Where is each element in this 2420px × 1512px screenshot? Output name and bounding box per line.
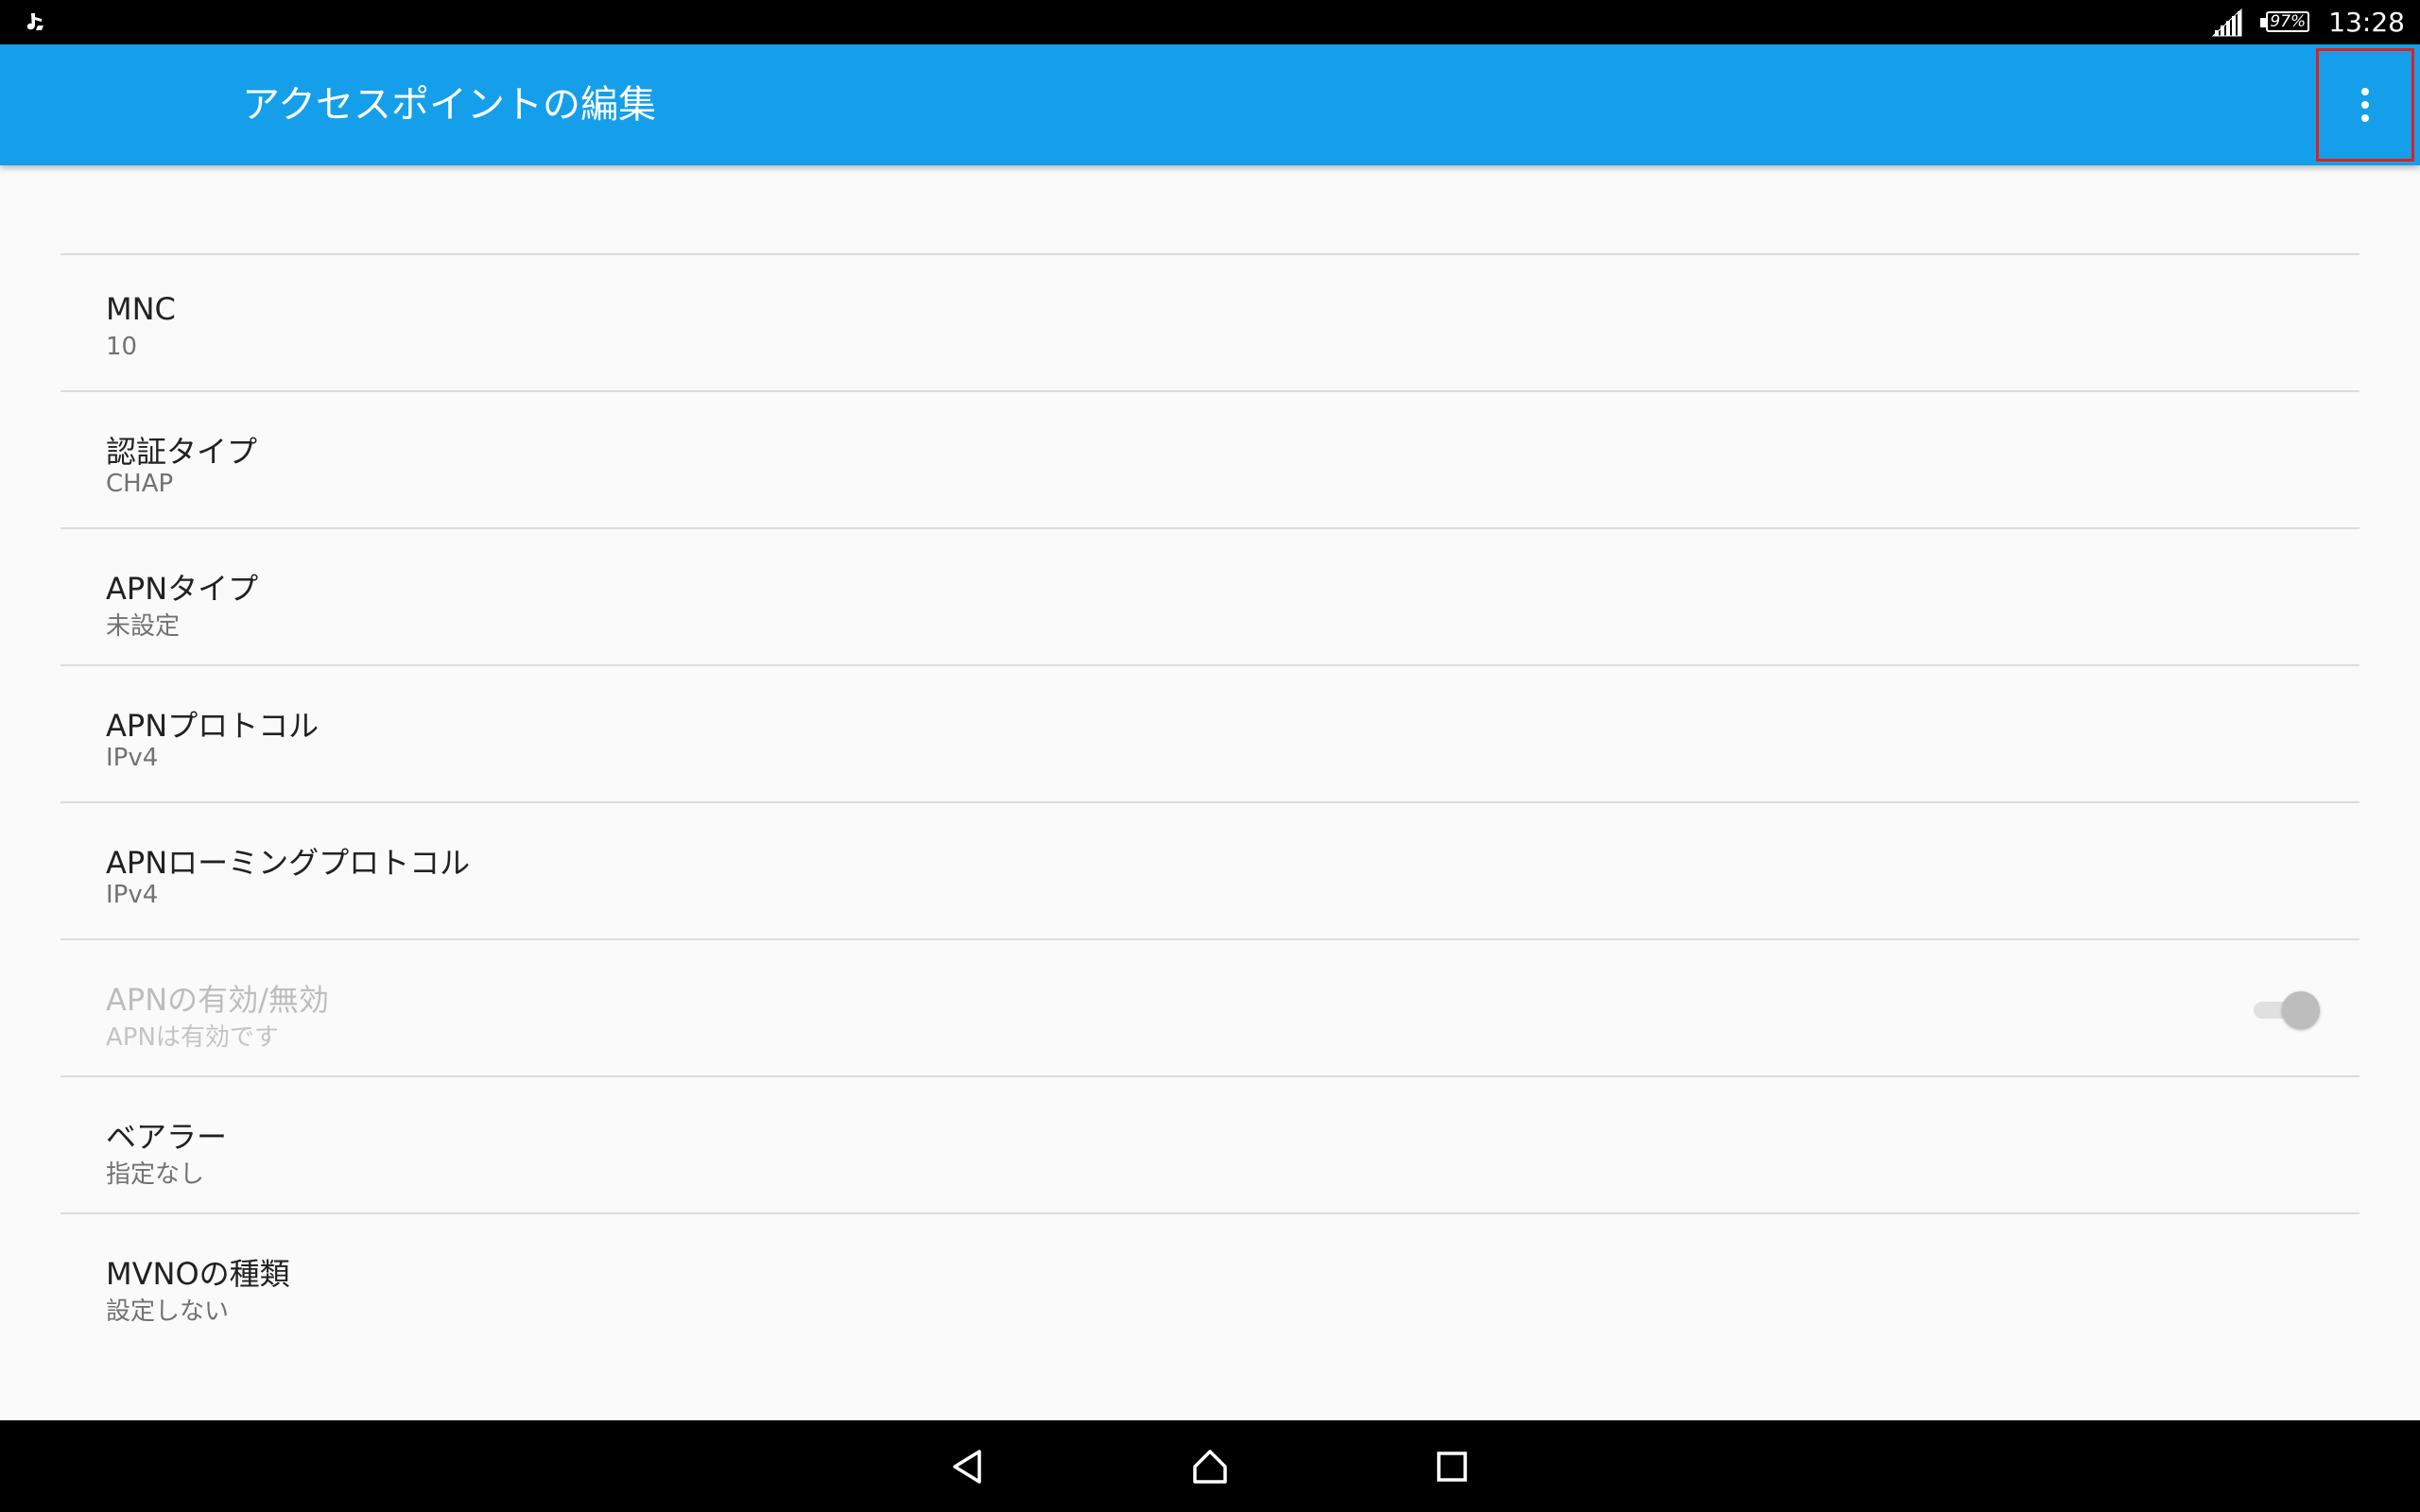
pref-apn-type[interactable]: APNタイプ 未設定: [60, 529, 2360, 666]
pref-summary: IPv4: [106, 744, 159, 772]
navigation-bar: [0, 1420, 2420, 1512]
pref-apn-protocol[interactable]: APNプロトコル IPv4: [60, 666, 2360, 803]
pref-apn-enable: APNの有効/無効 APNは有効です: [60, 940, 2360, 1077]
battery-percent: 97%: [2270, 11, 2307, 31]
pref-title: APNタイプ: [106, 571, 259, 607]
pref-title: APNプロトコル: [106, 708, 320, 744]
battery-icon: 97%: [2260, 9, 2313, 36]
pref-summary: 指定なし: [106, 1160, 205, 1189]
recents-square-icon: [1437, 1451, 1467, 1482]
pref-summary: 10: [106, 333, 138, 361]
settings-content: MNC 10 認証タイプ CHAP APNタイプ 未設定 APNプロトコル IP…: [0, 165, 2420, 1420]
switch-thumb: [2282, 991, 2320, 1029]
app-bar: アクセスポイントの編集: [0, 44, 2420, 165]
pref-title: MVNOの種類: [106, 1256, 290, 1292]
pref-summary: CHAP: [106, 470, 174, 498]
pref-title: APNローミングプロトコル: [106, 845, 471, 881]
pref-mnc[interactable]: MNC 10: [60, 255, 2360, 392]
status-time: 13:28: [2328, 7, 2405, 38]
pref-auth-type[interactable]: 認証タイプ CHAP: [60, 392, 2360, 529]
overflow-menu-button[interactable]: [2316, 48, 2414, 162]
status-indicators: 97% 13:28: [2211, 0, 2405, 44]
pref-apn-roaming-protocol[interactable]: APNローミングプロトコル IPv4: [60, 803, 2360, 940]
recents-button[interactable]: [1407, 1420, 1497, 1512]
preference-list: MNC 10 認証タイプ CHAP APNタイプ 未設定 APNプロトコル IP…: [60, 253, 2360, 1351]
back-triangle-icon: [953, 1449, 981, 1484]
pref-mvno-type[interactable]: MVNOの種類 設定しない: [60, 1214, 2360, 1351]
cell-signal-icon: [2211, 8, 2243, 38]
pref-summary: APNは有効です: [106, 1023, 279, 1052]
home-button[interactable]: [1165, 1420, 1255, 1512]
pref-title: MNC: [106, 291, 176, 327]
pref-summary: IPv4: [106, 881, 159, 909]
home-icon: [1193, 1449, 1227, 1484]
more-vert-icon: [2361, 88, 2369, 122]
pref-summary: 設定しない: [106, 1297, 230, 1326]
pref-title: 認証タイプ: [106, 434, 258, 470]
pref-title: ベアラー: [106, 1119, 228, 1155]
pref-bearer[interactable]: ベアラー 指定なし: [60, 1077, 2360, 1214]
apn-enable-switch: [2244, 988, 2320, 1031]
back-button[interactable]: [923, 1420, 1013, 1512]
status-bar: 97% 13:28: [0, 0, 2420, 44]
pref-summary: 未設定: [106, 612, 181, 641]
pref-title: APNの有効/無効: [106, 982, 329, 1018]
notification-app-icon: [23, 9, 49, 36]
page-title: アクセスポイントの編集: [242, 83, 656, 127]
